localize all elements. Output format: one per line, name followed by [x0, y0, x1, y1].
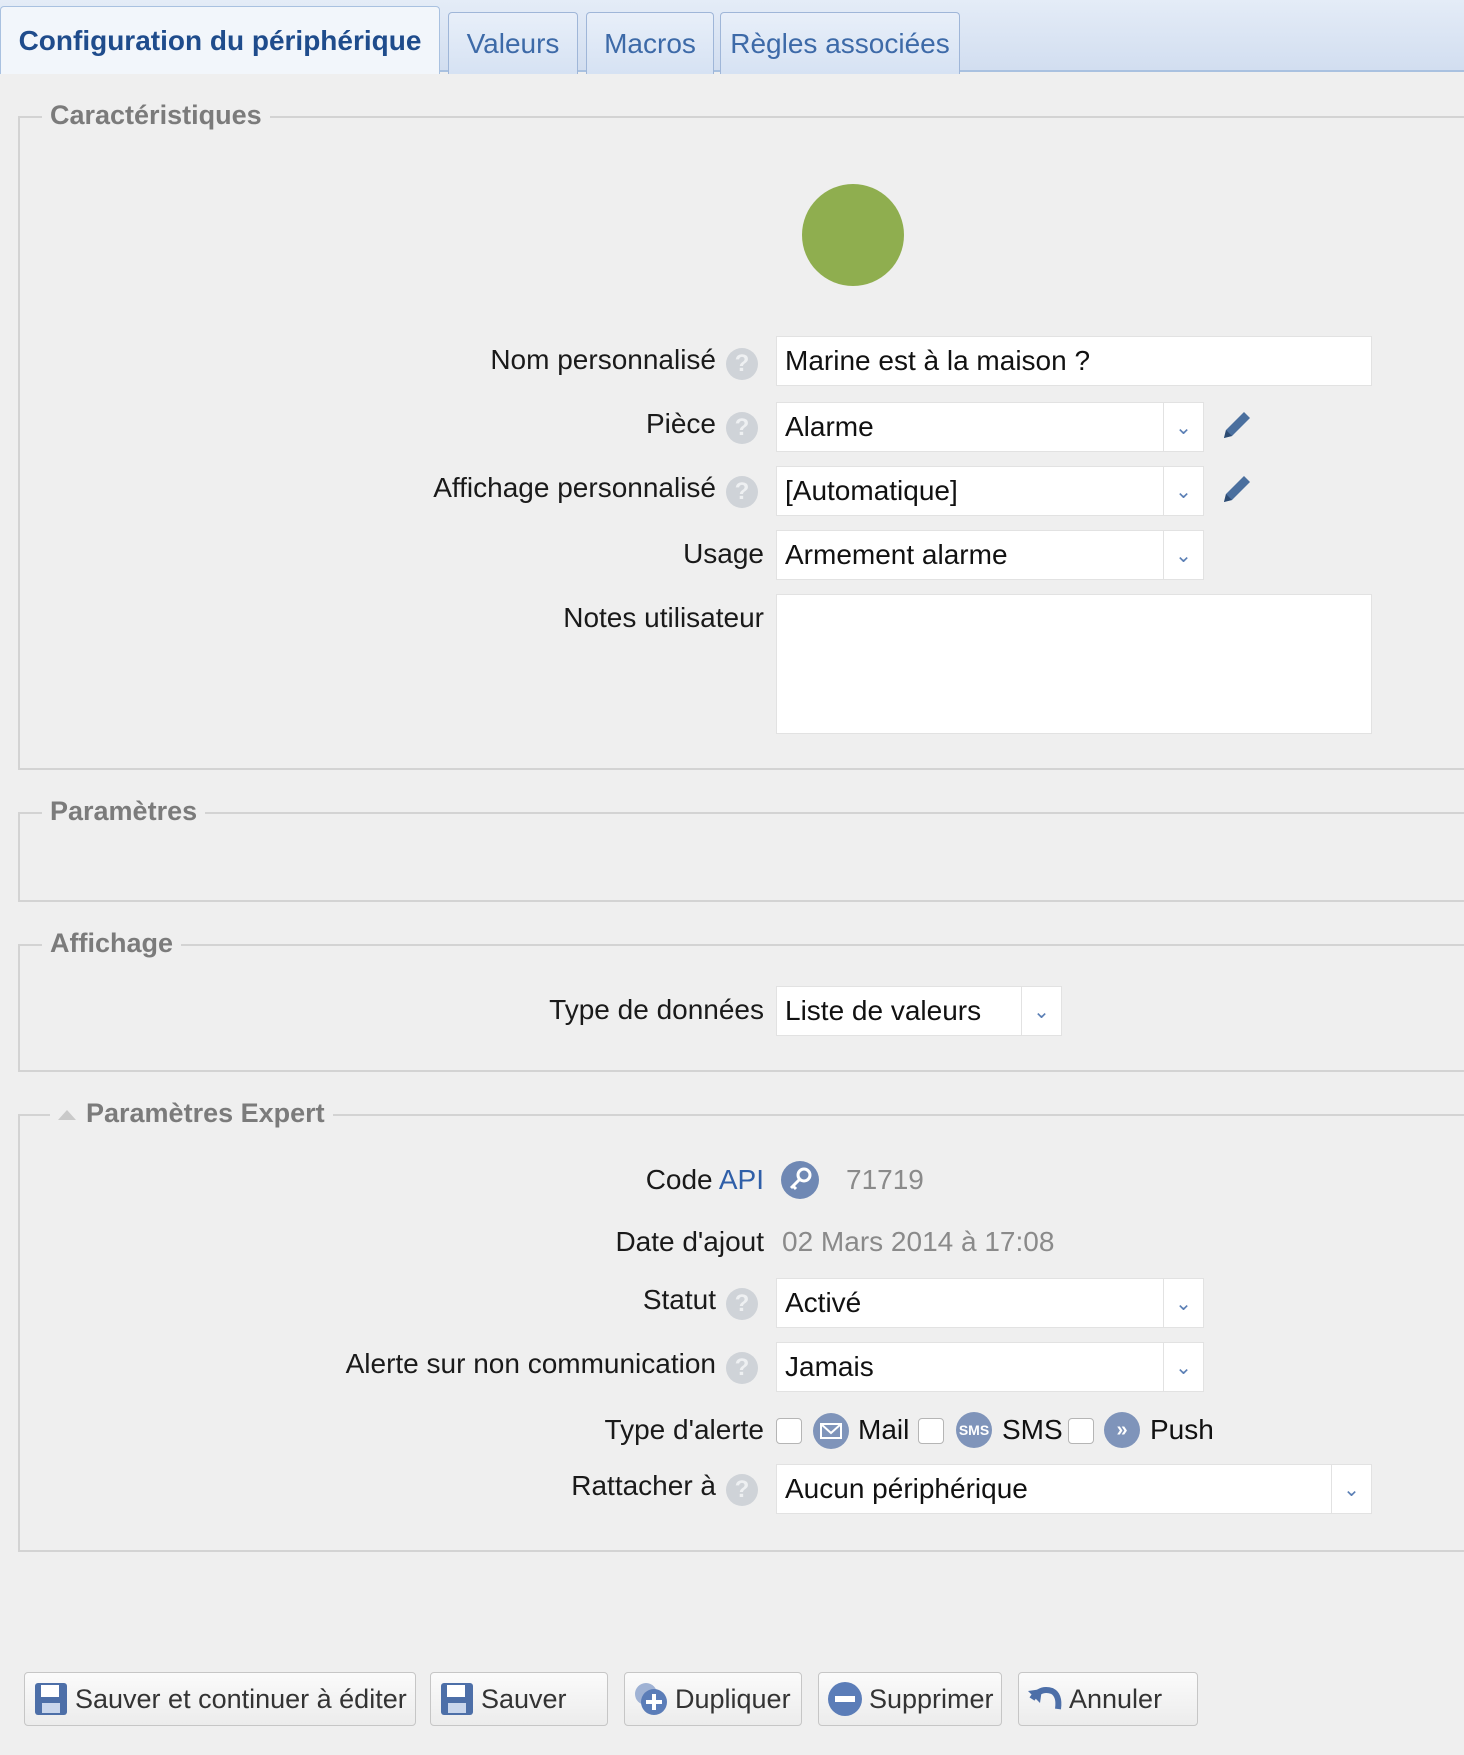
legend-parametres: Paramètres — [42, 796, 206, 827]
piece-value: Alarme — [785, 411, 874, 442]
help-icon[interactable]: ? — [726, 476, 758, 508]
alerte-value: Jamais — [785, 1351, 874, 1382]
help-icon[interactable]: ? — [726, 412, 758, 444]
affichage-value: [Automatique] — [785, 475, 958, 506]
push-checkbox[interactable] — [1068, 1418, 1094, 1444]
usage-value: Armement alarme — [785, 539, 1008, 570]
affichage-label: Affichage personnalisé — [433, 472, 716, 503]
code-api-value: 71719 — [846, 1164, 924, 1195]
duplicate-icon — [631, 1679, 671, 1719]
piece-label: Pièce — [645, 408, 716, 439]
sms-checkbox[interactable] — [918, 1418, 944, 1444]
status-indicator — [802, 184, 904, 286]
help-icon[interactable]: ? — [726, 1474, 758, 1506]
notes-label: Notes utilisateur — [563, 602, 764, 633]
rattacher-value: Aucun périphérique — [785, 1473, 1028, 1504]
push-icon: » — [1104, 1412, 1140, 1448]
help-icon[interactable]: ? — [726, 1352, 758, 1384]
duplicate-label: Dupliquer — [675, 1683, 791, 1714]
date-ajout-label: Date d'ajout — [615, 1226, 764, 1257]
cancel-button[interactable]: Annuler — [1018, 1672, 1198, 1726]
mail-icon — [813, 1413, 849, 1449]
floppy-icon — [31, 1679, 71, 1719]
usage-select[interactable]: Armement alarme ⌄ — [776, 530, 1204, 580]
chevron-down-icon: ⌄ — [1163, 403, 1203, 451]
save-continue-label: Sauver et continuer à éditer — [75, 1683, 407, 1714]
usage-label: Usage — [683, 538, 764, 569]
date-ajout-value: 02 Mars 2014 à 17:08 — [782, 1226, 1055, 1257]
tab-bar: Configuration du périphérique Valeurs Ma… — [0, 0, 1464, 74]
chevron-down-icon: ⌄ — [1331, 1465, 1371, 1513]
chevron-down-icon: ⌄ — [1021, 987, 1061, 1035]
save-button[interactable]: Sauver — [430, 1672, 608, 1726]
chevron-down-icon: ⌄ — [1163, 467, 1203, 515]
statut-value: Activé — [785, 1287, 862, 1318]
chevron-down-icon: ⌄ — [1163, 1279, 1203, 1327]
legend-expert-label: Paramètres Expert — [86, 1098, 325, 1128]
sms-label: SMS — [1002, 1414, 1063, 1445]
delete-label: Supprimer — [869, 1683, 994, 1714]
save-label: Sauver — [481, 1683, 567, 1714]
delete-button[interactable]: Supprimer — [818, 1672, 1002, 1726]
type-donnees-value: Liste de valeurs — [785, 995, 982, 1026]
tab-macros[interactable]: Macros — [586, 12, 714, 74]
pencil-icon[interactable] — [1216, 470, 1256, 510]
save-continue-button[interactable]: Sauver et continuer à éditer — [24, 1672, 416, 1726]
help-icon[interactable]: ? — [726, 348, 758, 380]
api-link[interactable]: API — [719, 1164, 764, 1195]
mail-label: Mail — [858, 1414, 910, 1445]
duplicate-button[interactable]: Dupliquer — [624, 1672, 802, 1726]
legend-expert[interactable]: Paramètres Expert — [50, 1098, 333, 1129]
collapse-triangle-icon — [58, 1109, 76, 1120]
rattacher-select[interactable]: Aucun périphérique ⌄ — [776, 1464, 1372, 1514]
chevron-down-icon: ⌄ — [1163, 531, 1203, 579]
nom-input[interactable]: Marine est à la maison ? — [776, 336, 1372, 386]
statut-label: Statut — [642, 1284, 716, 1315]
help-icon[interactable]: ? — [726, 1288, 758, 1320]
tab-regles[interactable]: Règles associées — [720, 12, 960, 74]
key-icon[interactable] — [780, 1160, 820, 1200]
affichage-select[interactable]: [Automatique] ⌄ — [776, 466, 1204, 516]
type-donnees-label: Type de données — [549, 994, 764, 1025]
undo-icon — [1025, 1679, 1065, 1719]
floppy-icon — [437, 1679, 477, 1719]
cancel-label: Annuler — [1069, 1683, 1163, 1714]
statut-select[interactable]: Activé ⌄ — [776, 1278, 1204, 1328]
alerte-label: Alerte sur non communication — [345, 1348, 716, 1379]
type-alerte-label: Type d'alerte — [604, 1414, 764, 1445]
legend-affichage: Affichage — [42, 928, 182, 959]
code-api-label: Code API — [646, 1164, 764, 1196]
legend-caracteristiques: Caractéristiques — [42, 100, 270, 131]
alerte-select[interactable]: Jamais ⌄ — [776, 1342, 1204, 1392]
piece-select[interactable]: Alarme ⌄ — [776, 402, 1204, 452]
nom-label: Nom personnalisé — [490, 344, 716, 375]
tab-configuration[interactable]: Configuration du périphérique — [0, 6, 440, 74]
code-api-prefix: Code — [645, 1164, 713, 1195]
chevron-down-icon: ⌄ — [1163, 1343, 1203, 1391]
type-donnees-select[interactable]: Liste de valeurs ⌄ — [776, 986, 1062, 1036]
minus-circle-icon — [825, 1679, 865, 1719]
sms-icon: SMS — [956, 1412, 992, 1448]
tab-valeurs[interactable]: Valeurs — [448, 12, 578, 74]
notes-textarea[interactable] — [776, 594, 1372, 734]
mail-checkbox[interactable] — [776, 1418, 802, 1444]
fieldset-parametres: Paramètres — [18, 796, 1464, 902]
push-label: Push — [1150, 1414, 1214, 1445]
pencil-icon[interactable] — [1216, 406, 1256, 446]
rattacher-label: Rattacher à — [571, 1470, 716, 1501]
